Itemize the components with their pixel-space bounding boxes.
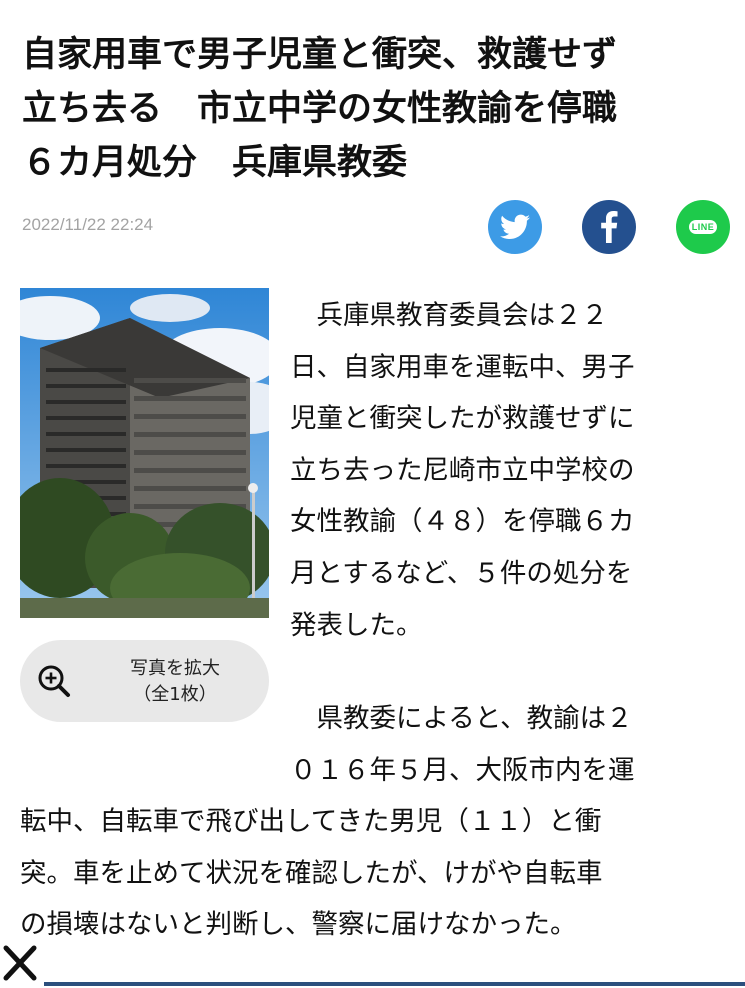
- zoom-in-icon: [38, 665, 70, 697]
- paragraph-line: 県教委によると、教諭は２: [290, 703, 633, 734]
- twitter-bird-icon: [500, 214, 530, 239]
- paragraph-line: 発表した。: [290, 609, 423, 641]
- paragraph-line: 転中、自転車で飛び出してきた男児（１１）と衝: [20, 806, 602, 837]
- paragraph-line: 児童と衝突したが救護せずに: [290, 403, 635, 435]
- zoom-label-line2: （全1枚）: [133, 684, 217, 705]
- article-photo[interactable]: [20, 288, 269, 618]
- paragraph-line: ０１６年５月、大阪市内を運: [290, 754, 635, 786]
- photo-zoom-button[interactable]: 写真を拡大 （全1枚）: [20, 640, 269, 722]
- article-paragraph-2-start: 県教委によると、教諭は２ ０１６年５月、大阪市内を運: [290, 693, 635, 796]
- twitter-share-button[interactable]: [488, 200, 542, 254]
- facebook-f-icon: [601, 211, 618, 243]
- line-label: LINE: [688, 220, 718, 234]
- zoom-label-line1: 写真を拡大: [130, 658, 220, 679]
- office-building-photo: [20, 288, 269, 618]
- paragraph-line: 兵庫県教育委員会は２２: [290, 300, 608, 331]
- article-title: 自家用車で男子児童と衝突、救護せず 立ち去る 市立中学の女性教諭を停職 ６カ月処…: [22, 35, 618, 183]
- zoom-label: 写真を拡大 （全1枚）: [90, 656, 260, 708]
- line-share-button[interactable]: LINE: [676, 200, 730, 254]
- paragraph-line: の損壊はないと判断し、警察に届けなかった。: [20, 909, 577, 941]
- paragraph-line: 日、自家用車を運転中、男子: [290, 351, 635, 383]
- facebook-share-button[interactable]: [582, 200, 636, 254]
- paragraph-line: 月とするなど、５件の処分を: [290, 557, 633, 589]
- close-button[interactable]: [0, 940, 44, 986]
- paragraph-line: 立ち去った尼崎市立中学校の: [290, 454, 635, 486]
- article-paragraph-1: 兵庫県教育委員会は２２ 日、自家用車を運転中、男子 児童と衝突したが救護せずに …: [290, 290, 635, 651]
- article-paragraph-2-rest: 転中、自転車で飛び出してきた男児（１１）と衝 突。車を止めて状況を確認したが、け…: [20, 796, 602, 951]
- bottom-ad-bar: [44, 982, 745, 986]
- paragraph-line: 女性教諭（４８）を停職６カ: [290, 506, 635, 538]
- paragraph-line: 突。車を止めて状況を確認したが、けがや自転車: [20, 857, 603, 889]
- close-icon: [3, 945, 37, 981]
- article-date: 2022/11/22 22:24: [22, 215, 154, 234]
